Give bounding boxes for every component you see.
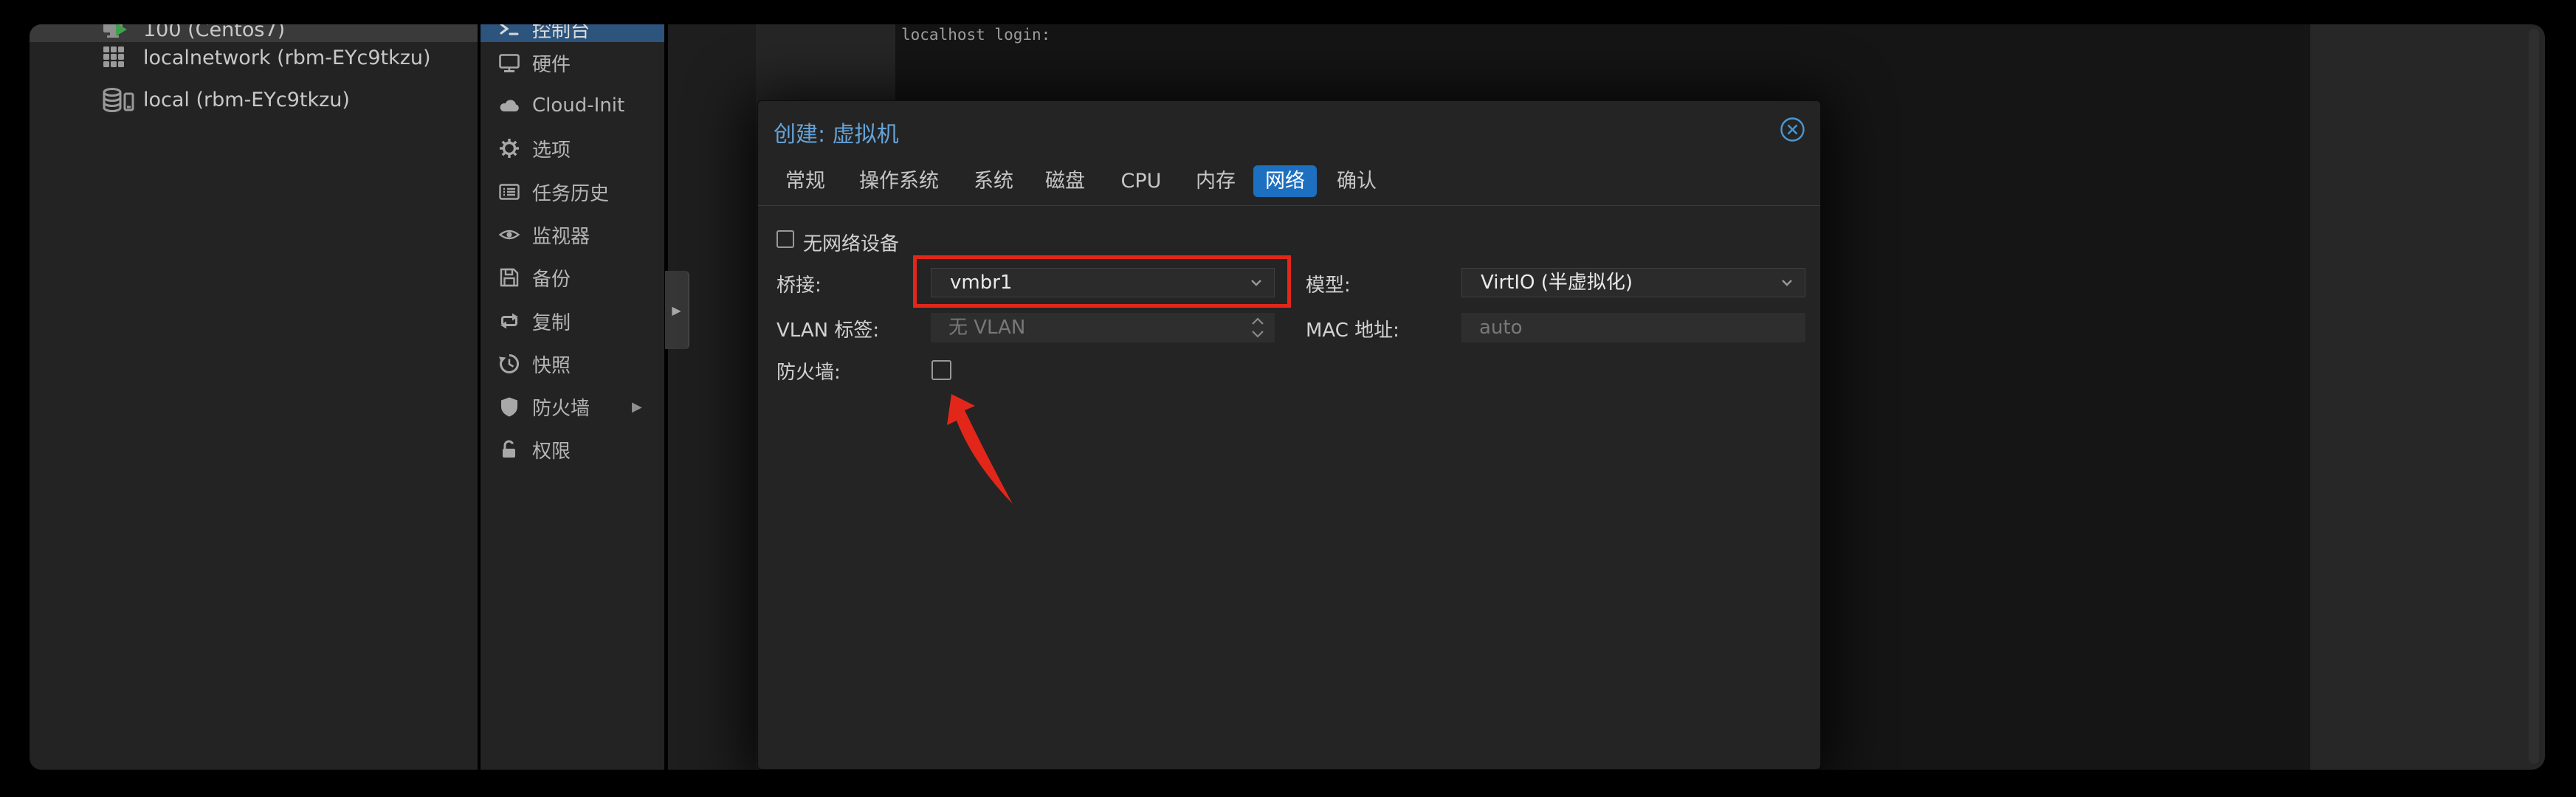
collapse-panel-button[interactable]: ▶ <box>665 271 689 349</box>
tab-os[interactable]: 操作系统 <box>859 165 939 197</box>
tree-item-label: 100 (Centos7) <box>143 24 285 41</box>
menu-item-backup[interactable]: 备份 <box>481 263 664 292</box>
tree-item-label: local (rbm-EYc9tkzu) <box>143 89 350 111</box>
model-label: 模型: <box>1306 270 1351 297</box>
no-network-device-checkbox[interactable] <box>776 230 794 248</box>
history-icon <box>497 352 521 376</box>
menu-item-hardware[interactable]: 硬件 <box>481 48 664 77</box>
scrollbar[interactable] <box>2529 29 2539 764</box>
close-icon <box>1780 117 1805 142</box>
submenu-caret-icon: ▶ <box>632 399 642 415</box>
retweet-icon <box>497 309 521 333</box>
task-list-icon <box>497 180 521 204</box>
menu-item-firewall[interactable]: 防火墙 ▶ <box>481 392 664 421</box>
vlan-tag-label: VLAN 标签: <box>776 315 879 342</box>
storage-icon <box>102 87 139 112</box>
terminal-icon <box>497 24 521 41</box>
vm-running-icon <box>102 24 139 42</box>
tab-confirm[interactable]: 确认 <box>1337 165 1377 197</box>
tab-system[interactable]: 系统 <box>974 165 1013 197</box>
mac-address-label: MAC 地址: <box>1306 315 1399 342</box>
annotation-arrow <box>928 389 1046 514</box>
chevron-down-icon <box>1249 277 1264 289</box>
tab-memory[interactable]: 内存 <box>1196 165 1236 197</box>
firewall-checkbox[interactable] <box>931 360 951 380</box>
chevron-down-icon <box>1780 277 1794 289</box>
save-icon <box>497 266 521 289</box>
network-grid-icon <box>102 45 139 70</box>
bridge-select[interactable]: vmbr1 <box>931 268 1275 297</box>
dialog-close-button[interactable] <box>1780 117 1805 142</box>
tab-network[interactable]: 网络 <box>1253 165 1317 197</box>
dialog-title: 创建: 虚拟机 <box>774 116 899 148</box>
menu-item-options[interactable]: 选项 <box>481 134 664 163</box>
firewall-label: 防火墙: <box>776 357 841 384</box>
menu-item-permissions[interactable]: 权限 <box>481 435 664 464</box>
bridge-value: vmbr1 <box>950 272 1012 294</box>
terminal-prompt: localhost login: <box>901 26 1050 44</box>
tab-disks[interactable]: 磁盘 <box>1045 165 1085 197</box>
tabbar-separator <box>758 205 1820 206</box>
menu-item-snapshot[interactable]: 快照 <box>481 349 664 379</box>
splitter-strip <box>668 24 756 770</box>
create-vm-dialog: 创建: 虚拟机 常规 操作系统 系统 磁盘 CPU 内存 网络 确认 无网络设备… <box>757 100 1821 770</box>
tree-item-label: localnetwork (rbm-EYc9tkzu) <box>143 46 431 69</box>
tree-item-localnetwork[interactable]: localnetwork (rbm-EYc9tkzu) <box>30 43 478 72</box>
resource-tree-panel: 100 (Centos7) localnetwork (rbm-EYc9tkzu… <box>30 24 478 770</box>
tab-general[interactable]: 常规 <box>785 165 825 197</box>
model-value: VirtIO (半虚拟化) <box>1481 272 1633 294</box>
gear-icon <box>497 137 521 160</box>
tree-item-vm-100[interactable]: 100 (Centos7) <box>30 24 478 42</box>
menu-item-monitor[interactable]: 监视器 <box>481 220 664 249</box>
cloud-icon <box>497 94 521 117</box>
tree-item-local-storage[interactable]: local (rbm-EYc9tkzu) <box>30 85 478 114</box>
bridge-label: 桥接: <box>776 270 822 297</box>
menu-item-cloud-init[interactable]: Cloud-Init <box>481 91 664 120</box>
shield-icon <box>497 395 521 418</box>
menu-item-replication[interactable]: 复制 <box>481 306 664 336</box>
unlock-icon <box>497 438 521 461</box>
vlan-tag-input[interactable] <box>931 313 1275 342</box>
menu-item-task-history[interactable]: 任务历史 <box>481 177 664 207</box>
eye-icon <box>497 223 521 246</box>
model-select[interactable]: VirtIO (半虚拟化) <box>1461 268 1805 297</box>
mac-address-input[interactable] <box>1461 313 1805 342</box>
right-panel <box>2310 24 2545 770</box>
monitor-icon <box>497 51 521 75</box>
vm-menu-panel: 控制台 硬件 Cloud-Init <box>481 24 664 770</box>
caret-right-icon: ▶ <box>672 303 681 317</box>
tab-cpu[interactable]: CPU <box>1121 165 1162 197</box>
menu-item-console[interactable]: 控制台 <box>481 24 664 42</box>
no-network-device-label: 无网络设备 <box>803 229 899 256</box>
proxmox-screen: 100 (Centos7) localnetwork (rbm-EYc9tkzu… <box>0 0 2576 797</box>
